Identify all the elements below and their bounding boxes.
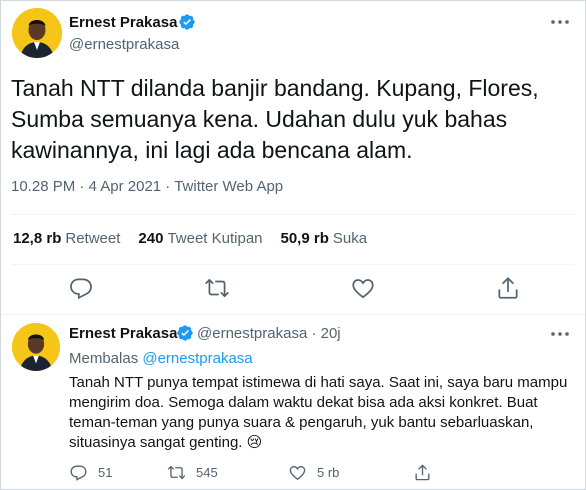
stat-label: Suka <box>332 230 368 247</box>
tweet-stats: 12,8 rb Retweet 240 Tweet Kutipan 50,9 r… <box>13 230 385 247</box>
reply-tweet-text: Tanah NTT punya tempat istimewa di hati … <box>69 374 568 451</box>
reply-count: 51 <box>98 465 113 480</box>
divider <box>1 314 585 315</box>
stat-value: 12,8 rb <box>13 230 62 247</box>
reply-author-handle-time: @ernestprakasa · 20j <box>197 325 341 342</box>
author-name[interactable]: Ernest Prakasa <box>69 14 177 31</box>
stat-label: Tweet Kutipan <box>167 230 263 247</box>
heart-icon <box>289 465 306 481</box>
replying-prefix: Membalas <box>69 350 143 367</box>
reply-button[interactable] <box>68 275 94 301</box>
heart-icon <box>352 279 374 299</box>
reply-author-handle[interactable]: @ernestprakasa <box>197 325 307 342</box>
tweet-action-bar <box>1 275 586 305</box>
stat-label: Retweet <box>65 230 121 247</box>
author-avatar[interactable] <box>12 8 62 58</box>
verified-badge-icon <box>177 325 193 341</box>
divider <box>11 264 575 265</box>
stat-value: 50,9 rb <box>280 230 329 247</box>
retweet-button[interactable] <box>204 275 230 301</box>
reply-button[interactable]: 51 <box>69 463 112 482</box>
share-button[interactable] <box>413 463 432 482</box>
reply-author-name[interactable]: Ernest Prakasa <box>69 325 177 342</box>
share-button[interactable] <box>495 275 521 301</box>
retweet-count-stat[interactable]: 12,8 rb Retweet <box>13 230 120 247</box>
meta-separator: · <box>307 325 321 342</box>
retweet-icon <box>167 465 186 480</box>
reply-author-avatar[interactable] <box>12 323 60 371</box>
replying-to-link[interactable]: @ernestprakasa <box>142 350 252 367</box>
reply-author-avatar-image <box>12 323 60 371</box>
author-avatar-image <box>12 8 62 58</box>
tweet-source[interactable]: Twitter Web App <box>174 178 283 195</box>
retweet-icon <box>205 279 229 297</box>
replying-to: Membalas @ernestprakasa <box>69 350 253 367</box>
like-button[interactable]: 5 rb <box>288 463 339 482</box>
tweet-date[interactable]: 4 Apr 2021 <box>89 178 162 195</box>
quote-tweet-count-stat[interactable]: 240 Tweet Kutipan <box>138 230 262 247</box>
verified-badge-icon <box>179 14 195 30</box>
divider <box>11 214 575 215</box>
tweet-time[interactable]: 10.28 PM <box>11 178 75 195</box>
author-handle[interactable]: @ernestprakasa <box>69 36 179 53</box>
more-icon[interactable] <box>548 322 572 346</box>
reply-action-bar: 51 545 5 rb <box>69 463 569 485</box>
share-icon <box>415 464 430 481</box>
meta-separator: · <box>75 178 89 195</box>
reply-time-ago[interactable]: 20j <box>321 325 341 342</box>
more-icon[interactable] <box>548 10 572 34</box>
meta-separator: · <box>161 178 175 195</box>
stat-value: 240 <box>138 230 164 247</box>
retweet-count: 545 <box>196 465 218 480</box>
like-count: 5 rb <box>317 465 340 480</box>
tweet-text: Tanah NTT dilanda banjir bandang. Kupang… <box>11 75 539 163</box>
tweet-meta: 10.28 PM · 4 Apr 2021 · Twitter Web App <box>11 178 283 195</box>
like-count-stat[interactable]: 50,9 rb Suka <box>281 230 368 247</box>
retweet-button[interactable]: 545 <box>167 463 218 482</box>
reply-icon <box>70 465 87 481</box>
share-icon <box>498 277 518 299</box>
like-button[interactable] <box>350 275 376 301</box>
tweet-thread-card: Ernest Prakasa @ernestprakasa Tanah NTT … <box>0 0 586 490</box>
reply-icon <box>70 278 92 300</box>
